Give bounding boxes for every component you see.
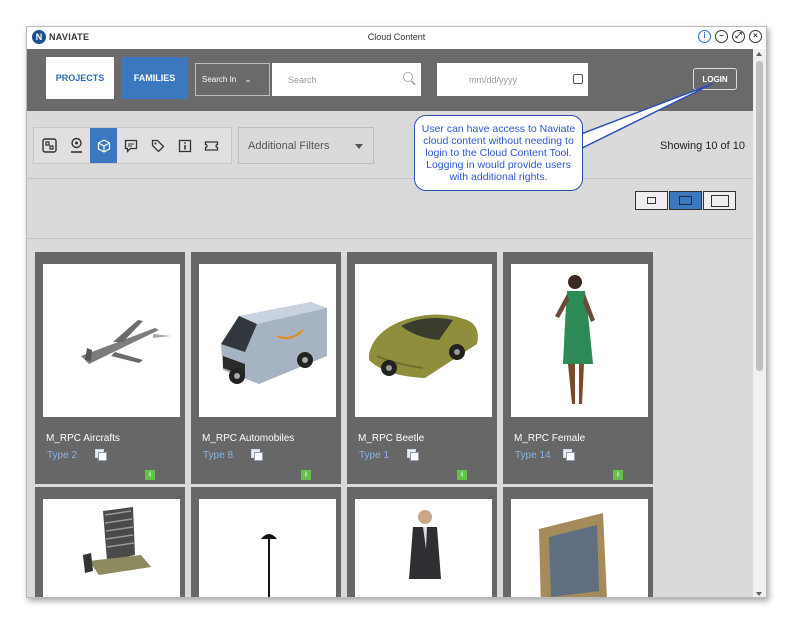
content-card[interactable]: M_RPC Beetle Type 1 ⭳ [347, 252, 497, 484]
restore-icon[interactable]: ⤢ [732, 30, 745, 43]
card-type-link[interactable]: Type 2 [47, 450, 77, 461]
content-card[interactable]: M_RPC Female Type 14 ⭳ [503, 252, 653, 484]
content-card[interactable] [503, 487, 653, 597]
top-bar: PROJECTS FAMILIES Search In ⌄ Search mm/… [27, 49, 753, 111]
scroll-up-icon[interactable] [756, 52, 762, 56]
additional-filters-dropdown[interactable]: Additional Filters [238, 127, 374, 164]
card-type-link[interactable]: Type 1 [359, 450, 389, 461]
tag-icon[interactable] [144, 128, 171, 163]
view-large-button[interactable] [703, 191, 736, 210]
scroll-thumb[interactable] [756, 61, 763, 371]
login-button[interactable]: LOGIN [693, 68, 737, 90]
filter-toolbar: Additional Filters Showing 10 of 10 [27, 111, 753, 179]
date-placeholder: mm/dd/yyyy [469, 74, 518, 85]
view-medium-button[interactable] [669, 191, 702, 210]
results-count: Showing 10 of 10 [660, 140, 746, 152]
comment-icon[interactable] [117, 128, 144, 163]
content-card[interactable]: M_RPC Aircrafts Type 2 ⭳ [35, 252, 185, 484]
title-bar: N NAVIATE Cloud Content i − ⤢ × [27, 27, 766, 49]
card-thumbnail-chair [43, 499, 180, 597]
card-thumbnail-beetle [355, 264, 492, 417]
callout-text: User can have access to Naviate cloud co… [421, 123, 576, 183]
download-icon[interactable]: ⭳ [145, 470, 155, 480]
chevron-down-icon: ⌄ [244, 74, 252, 84]
tab-projects[interactable]: PROJECTS [46, 57, 114, 99]
close-icon[interactable]: × [749, 30, 762, 43]
card-name: M_RPC Female [514, 433, 586, 444]
main-content: PROJECTS FAMILIES Search In ⌄ Search mm/… [27, 49, 753, 597]
card-type-link[interactable]: Type 14 [515, 450, 551, 461]
duplicate-icon[interactable] [95, 449, 107, 461]
duplicate-icon[interactable] [251, 449, 263, 461]
search-in-dropdown[interactable]: Search In ⌄ [195, 63, 270, 96]
content-card[interactable]: M_RPC Automobiles Type 8 ⭳ [191, 252, 341, 484]
annotation-callout: User can have access to Naviate cloud co… [414, 115, 583, 191]
info-icon[interactable]: i [698, 30, 711, 43]
location-pin-icon[interactable] [63, 128, 90, 163]
download-icon[interactable]: ⭳ [613, 470, 623, 480]
filters-label: Additional Filters [248, 139, 330, 152]
card-thumbnail-aircraft [43, 264, 180, 417]
card-type-link[interactable]: Type 8 [203, 450, 233, 461]
card-name: M_RPC Aircrafts [46, 433, 120, 444]
content-card[interactable] [347, 487, 497, 597]
card-thumbnail-male [355, 499, 492, 597]
content-card[interactable] [191, 487, 341, 597]
duplicate-icon[interactable] [407, 449, 419, 461]
window-controls: i − ⤢ × [698, 30, 762, 43]
large-image-icon [710, 194, 729, 207]
scroll-down-icon[interactable] [756, 592, 762, 596]
calendar-icon[interactable] [573, 74, 583, 84]
app-window: N NAVIATE Cloud Content i − ⤢ × PROJECTS… [26, 26, 767, 598]
card-thumbnail-female [511, 264, 648, 417]
caret-down-icon [355, 144, 363, 149]
window-title: Cloud Content [367, 32, 426, 42]
card-thumbnail-lamp [199, 499, 336, 597]
medium-image-icon [679, 196, 692, 205]
cube-icon[interactable] [90, 128, 117, 163]
card-name: M_RPC Beetle [358, 433, 425, 444]
download-icon[interactable]: ⭳ [301, 470, 311, 480]
date-input[interactable]: mm/dd/yyyy [437, 63, 588, 96]
floorplan-icon[interactable] [36, 128, 63, 163]
search-input[interactable]: Search [272, 63, 421, 96]
download-icon[interactable]: ⭳ [457, 470, 467, 480]
search-in-label: Search In [202, 75, 237, 84]
search-icon [403, 72, 413, 82]
category-icon-bar [33, 127, 232, 164]
minimize-icon[interactable]: − [715, 30, 728, 43]
ticket-icon[interactable] [198, 128, 225, 163]
view-small-button[interactable] [635, 191, 668, 210]
small-image-icon [647, 197, 656, 204]
search-placeholder: Search [288, 74, 317, 85]
card-name: M_RPC Automobiles [202, 433, 295, 444]
view-size-bar [27, 179, 753, 239]
card-thumbnail-van [199, 264, 336, 417]
card-thumbnail-frame [511, 499, 648, 597]
content-card[interactable] [35, 487, 185, 597]
tab-families[interactable]: FAMILIES [121, 57, 188, 99]
duplicate-icon[interactable] [563, 449, 575, 461]
vertical-scrollbar[interactable] [753, 49, 766, 597]
info-box-icon[interactable] [171, 128, 198, 163]
